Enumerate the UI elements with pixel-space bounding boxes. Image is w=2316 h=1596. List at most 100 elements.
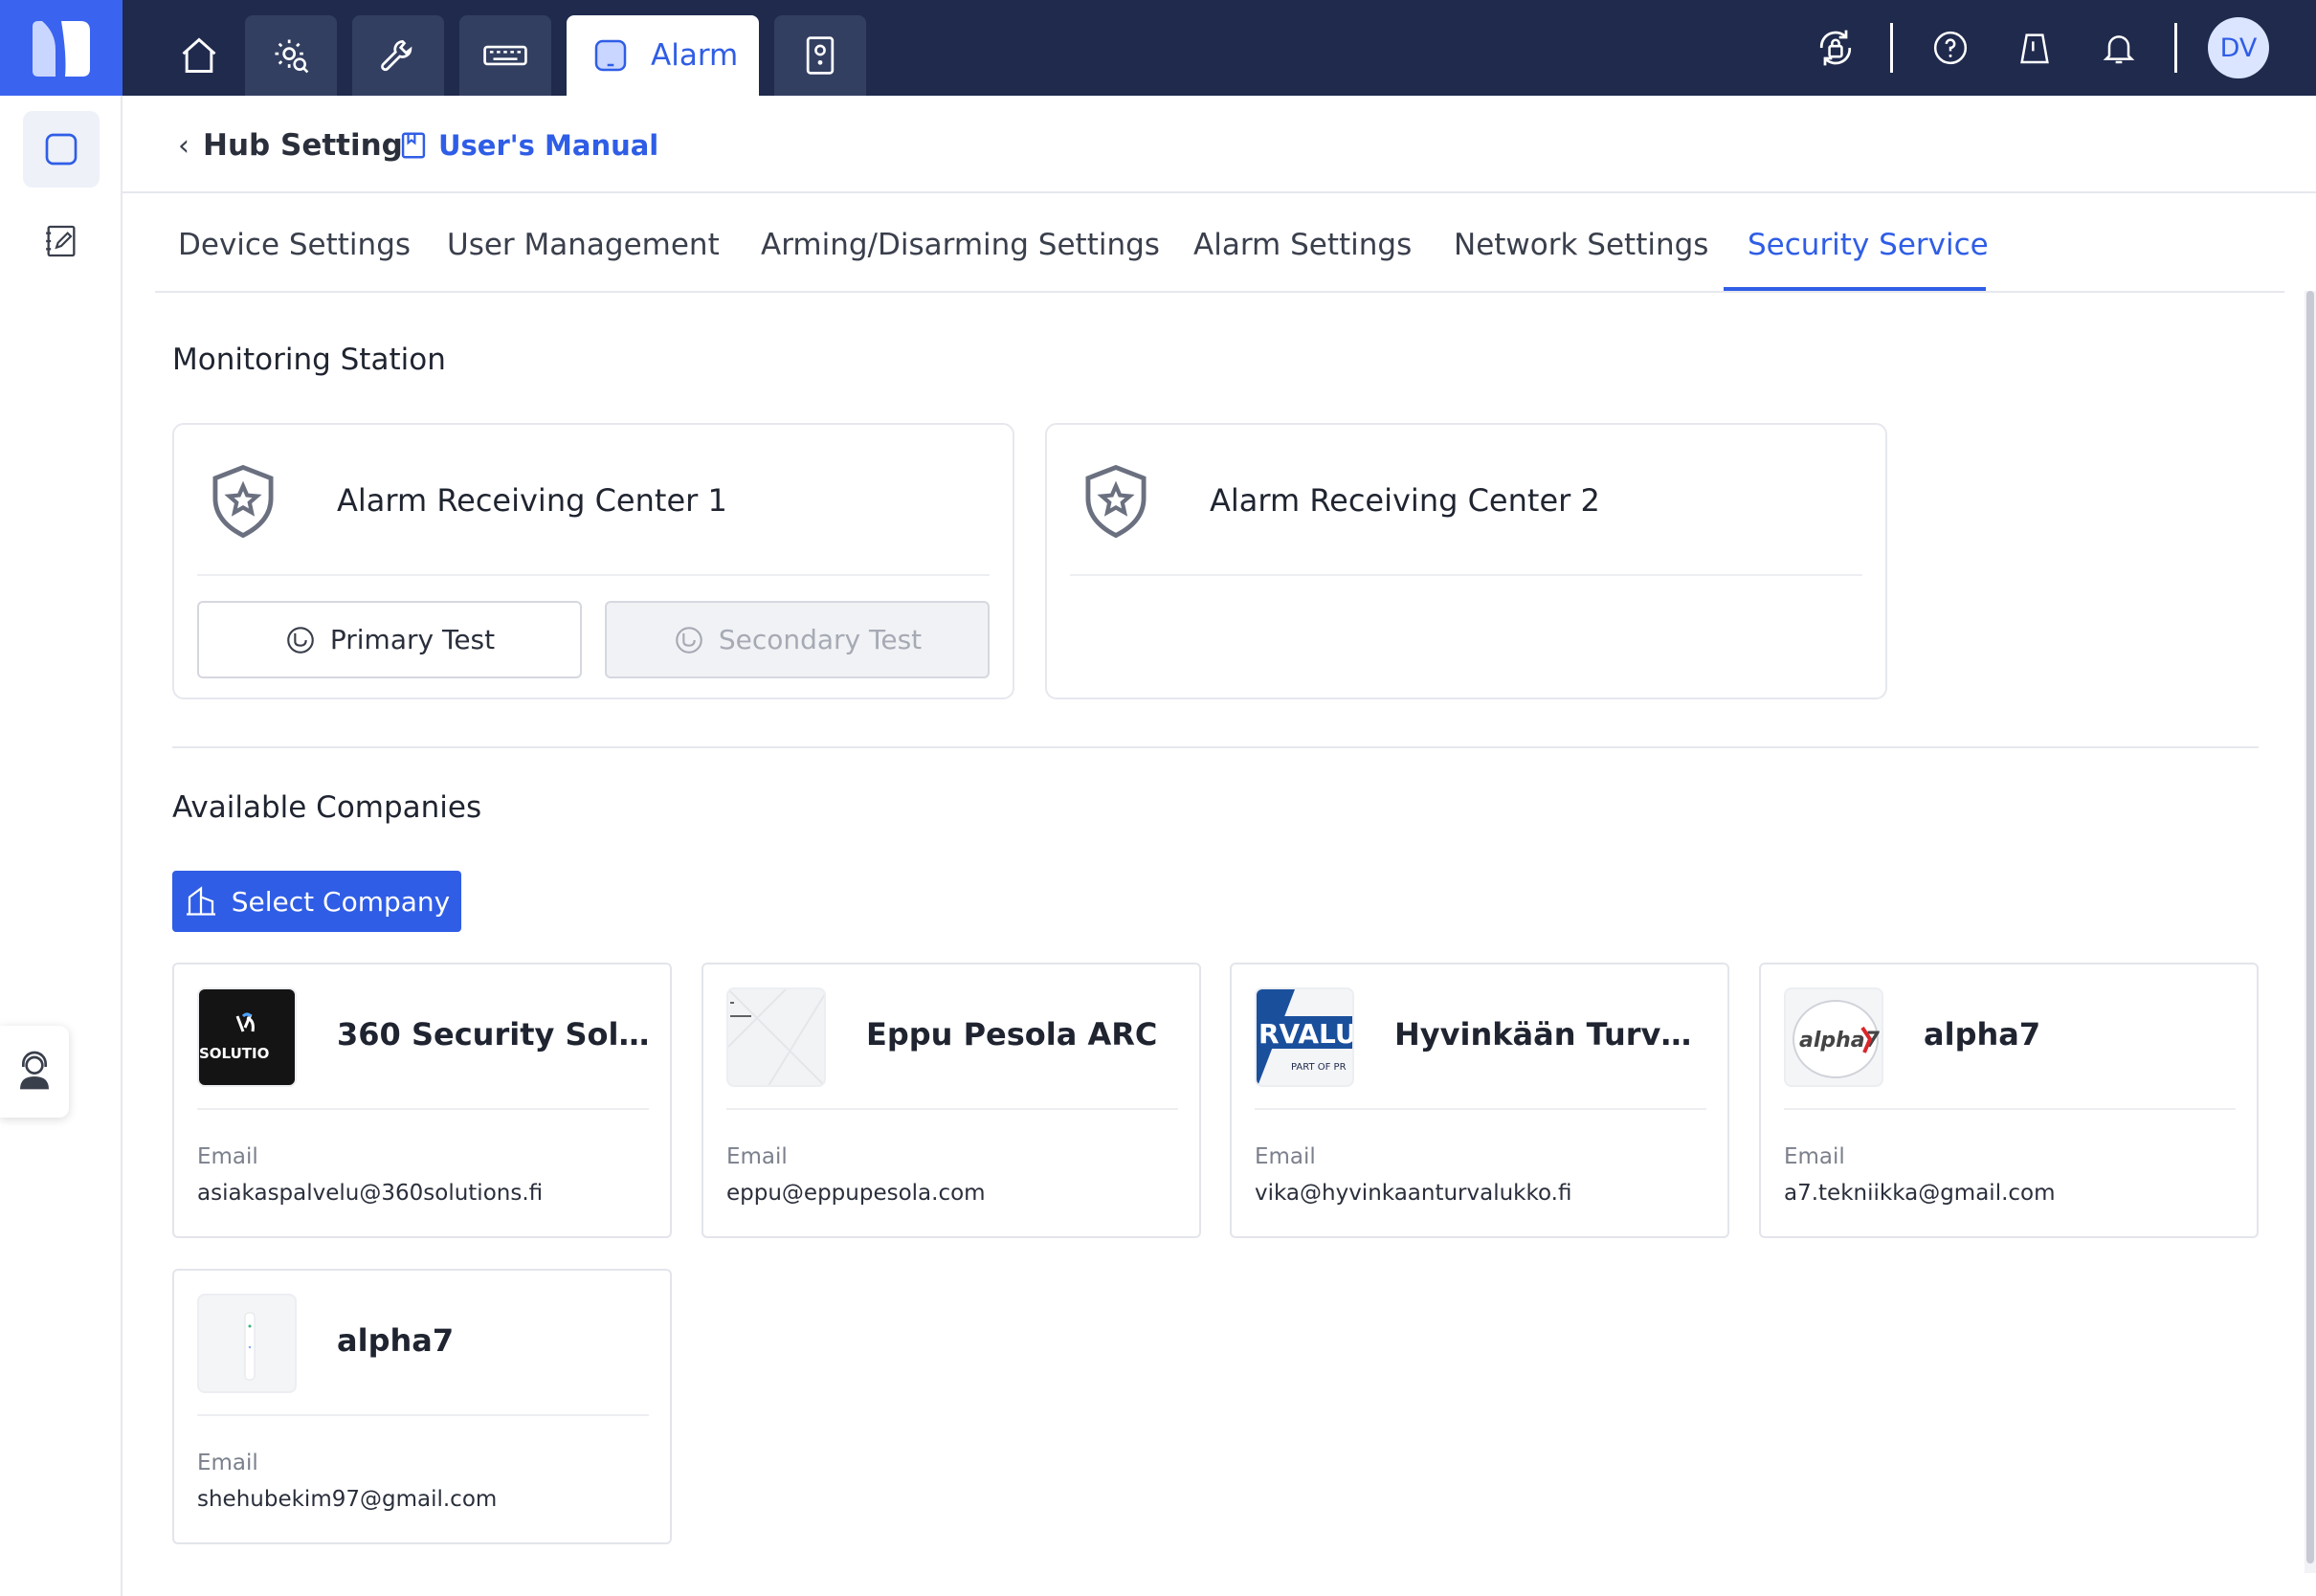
tab-security-service[interactable]: Security Service — [1748, 216, 1989, 293]
company-email: a7.tekniikka@gmail.com — [1784, 1181, 2056, 1206]
tab-arming-disarming-settings[interactable]: Arming/Disarming Settings — [761, 216, 1160, 293]
nav-divider — [1890, 23, 1893, 73]
user-avatar[interactable]: DV — [2208, 17, 2269, 78]
building-icon — [2020, 33, 2049, 64]
email-label: Email — [1255, 1144, 1316, 1169]
app-logo[interactable] — [0, 0, 122, 96]
chevron-left-icon[interactable]: ‹ — [178, 129, 189, 163]
company-logo-subtext: PART OF PR — [1291, 1062, 1347, 1073]
section-divider — [172, 746, 2259, 748]
email-label: Email — [726, 1144, 788, 1169]
email-label: Email — [1784, 1144, 1845, 1169]
card-divider — [197, 1414, 649, 1416]
test-signal-icon — [676, 626, 702, 654]
notifications-button[interactable] — [2096, 25, 2142, 71]
tab-alarm[interactable]: Alarm — [567, 15, 759, 96]
company-card[interactable]: SOLUTIO 360 Security Solutio... Email as… — [172, 963, 672, 1238]
company-logo: RVALUK PART OF PR — [1255, 987, 1354, 1087]
company-email: eppu@eppupesola.com — [726, 1181, 986, 1206]
card-divider — [726, 1108, 1178, 1110]
tab-device-settings[interactable]: Device Settings — [178, 216, 411, 293]
company-logo-image: SOLUTIO — [199, 1012, 269, 1062]
sidebar-item-notes[interactable] — [23, 203, 100, 279]
alarm-receiving-center-card: Alarm Receiving Center 1 Primary Test Se… — [172, 423, 1014, 699]
card-divider — [1070, 574, 1862, 576]
tab-network-settings[interactable]: Network Settings — [1454, 216, 1708, 293]
wrench-icon — [381, 39, 412, 72]
keyboard-icon — [483, 45, 527, 66]
company-card[interactable]: alpha7 alpha7 Email a7.tekniikka@gmail.c… — [1759, 963, 2259, 1238]
company-card[interactable]: alpha7 Email shehubekim97@gmail.com — [172, 1269, 672, 1544]
company-email: shehubekim97@gmail.com — [197, 1487, 498, 1512]
company-logo-image: alpha7 — [1793, 1000, 1881, 1078]
building-icon — [186, 886, 215, 916]
company-card[interactable]: RVALUK PART OF PR Hyvinkään Turvaluk... … — [1230, 963, 1729, 1238]
company-name: Hyvinkään Turvaluk... — [1394, 1016, 1710, 1053]
company-logo-image: RVALUK PART OF PR — [1257, 989, 1352, 1085]
primary-test-button[interactable]: Primary Test — [197, 601, 582, 678]
available-companies-title: Available Companies — [172, 790, 482, 825]
hub-square-icon — [45, 133, 78, 166]
settings-button[interactable] — [245, 15, 337, 96]
secondary-test-button[interactable]: Secondary Test — [605, 601, 990, 678]
support-button[interactable] — [0, 1026, 69, 1118]
hub-device-icon — [594, 39, 627, 72]
lock-sync-icon — [1819, 30, 1852, 66]
arc-name: Alarm Receiving Center 2 — [1210, 482, 1600, 519]
tabs-divider — [155, 291, 2284, 293]
help-icon — [1933, 31, 1968, 65]
card-divider — [1784, 1108, 2236, 1110]
home-icon — [182, 37, 216, 73]
tab-alarm-settings[interactable]: Alarm Settings — [1193, 216, 1412, 293]
logo-mark-icon — [33, 21, 90, 77]
company-logo — [197, 1294, 297, 1393]
company-name: Eppu Pesola ARC — [866, 1016, 1158, 1053]
test-signal-icon — [287, 626, 314, 654]
bell-icon — [2103, 35, 2135, 64]
header-divider — [122, 191, 2316, 193]
company-email: asiakaspalvelu@360solutions.fi — [197, 1181, 544, 1206]
company-logo-image — [244, 1312, 256, 1381]
company-logo-text: SOLUTIO — [199, 1045, 269, 1062]
keypad-button[interactable] — [459, 15, 551, 96]
shield-star-icon — [1085, 464, 1147, 539]
nav-divider — [2174, 23, 2177, 73]
speaker-icon — [806, 36, 835, 75]
speaker-button[interactable] — [774, 15, 866, 96]
edit-notes-icon — [46, 225, 76, 257]
page-title: Hub Setting — [203, 128, 403, 163]
card-divider — [197, 1108, 649, 1110]
company-name: alpha7 — [337, 1322, 455, 1359]
company-card[interactable]: Eppu Pesola ARC Email eppu@eppupesola.co… — [701, 963, 1201, 1238]
arc-name: Alarm Receiving Center 1 — [337, 482, 727, 519]
bookmark-book-icon — [401, 132, 426, 159]
company-logo: alpha7 — [1784, 987, 1883, 1087]
card-divider — [1255, 1108, 1706, 1110]
monitoring-station-title: Monitoring Station — [172, 343, 446, 377]
remote-access-button[interactable] — [1813, 25, 1859, 71]
tab-user-management[interactable]: User Management — [447, 216, 720, 293]
sidebar-item-hub[interactable] — [23, 111, 100, 188]
shield-star-icon — [212, 464, 274, 539]
email-label: Email — [197, 1451, 258, 1475]
active-tab-indicator — [1724, 287, 1986, 291]
users-manual-label: User's Manual — [438, 129, 659, 162]
company-name: 360 Security Solutio... — [337, 1016, 653, 1053]
home-button[interactable] — [153, 15, 245, 96]
email-label: Email — [197, 1144, 258, 1169]
select-company-button[interactable]: Select Company — [172, 871, 461, 932]
breadcrumb[interactable]: ‹ Hub Setting — [178, 122, 403, 168]
users-manual-link[interactable]: User's Manual — [400, 122, 658, 168]
company-name: alpha7 — [1924, 1016, 2041, 1053]
secondary-test-label: Secondary Test — [718, 624, 923, 655]
installer-button[interactable] — [2012, 25, 2058, 71]
left-sidebar — [0, 96, 122, 1596]
primary-test-label: Primary Test — [329, 624, 496, 655]
tools-button[interactable] — [352, 15, 444, 96]
gear-search-icon — [275, 39, 309, 74]
top-nav-bar: Alarm DV — [0, 0, 2316, 96]
help-button[interactable] — [1927, 25, 1973, 71]
scrollbar-thumb[interactable] — [2306, 291, 2314, 1563]
tab-alarm-label: Alarm — [651, 38, 739, 73]
support-agent-icon — [20, 1051, 49, 1090]
